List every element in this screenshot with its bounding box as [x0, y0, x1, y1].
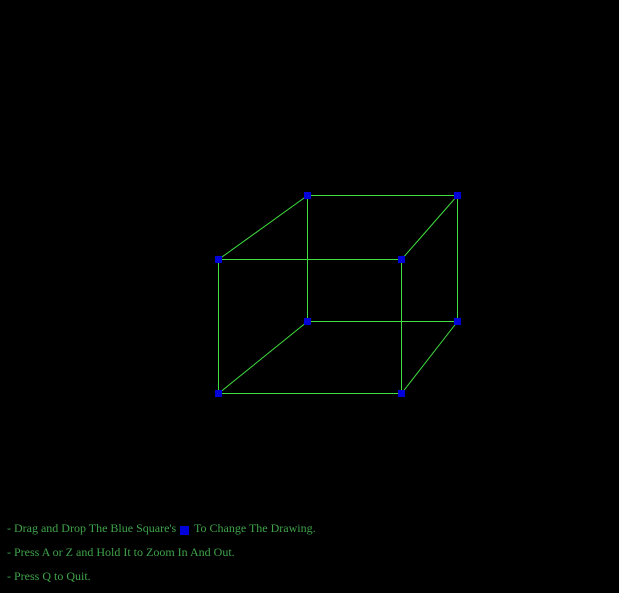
vertex-handle-back-bottom-right[interactable] [454, 318, 461, 325]
instruction-zoom: - Press A or Z and Hold It to Zoom In An… [7, 545, 235, 559]
drawing-canvas[interactable] [0, 0, 619, 593]
cube-edge-front-bottom-right-to-back-bottom-right [401, 321, 458, 394]
vertex-handle-back-top-left[interactable] [304, 192, 311, 199]
instruction-drag-suffix: To Change The Drawing. [194, 521, 316, 535]
vertex-handle-front-top-right[interactable] [398, 256, 405, 263]
vertex-handle-back-top-right[interactable] [454, 192, 461, 199]
instructions-list: - Drag and Drop The Blue Square's To Cha… [7, 519, 316, 591]
instruction-drag: - Drag and Drop The Blue Square's To Cha… [7, 519, 316, 543]
vertex-handle-back-bottom-left[interactable] [304, 318, 311, 325]
cube-edge-front-top-left-to-back-top-left [218, 195, 308, 260]
cube-edge-front-top-right-to-back-top-right [401, 195, 458, 260]
vertex-handle-front-bottom-right[interactable] [398, 390, 405, 397]
instruction-drag-prefix: - Drag and Drop The Blue Square's [7, 521, 177, 535]
cube-wireframe [218, 195, 458, 394]
cube-edge-front-bottom-left-to-back-bottom-left [218, 321, 308, 394]
instruction-quit: - Press Q to Quit. [7, 569, 91, 583]
vertex-handle-front-bottom-left[interactable] [215, 390, 222, 397]
vertex-handle-front-top-left[interactable] [215, 256, 222, 263]
blue-square-icon [180, 526, 190, 535]
